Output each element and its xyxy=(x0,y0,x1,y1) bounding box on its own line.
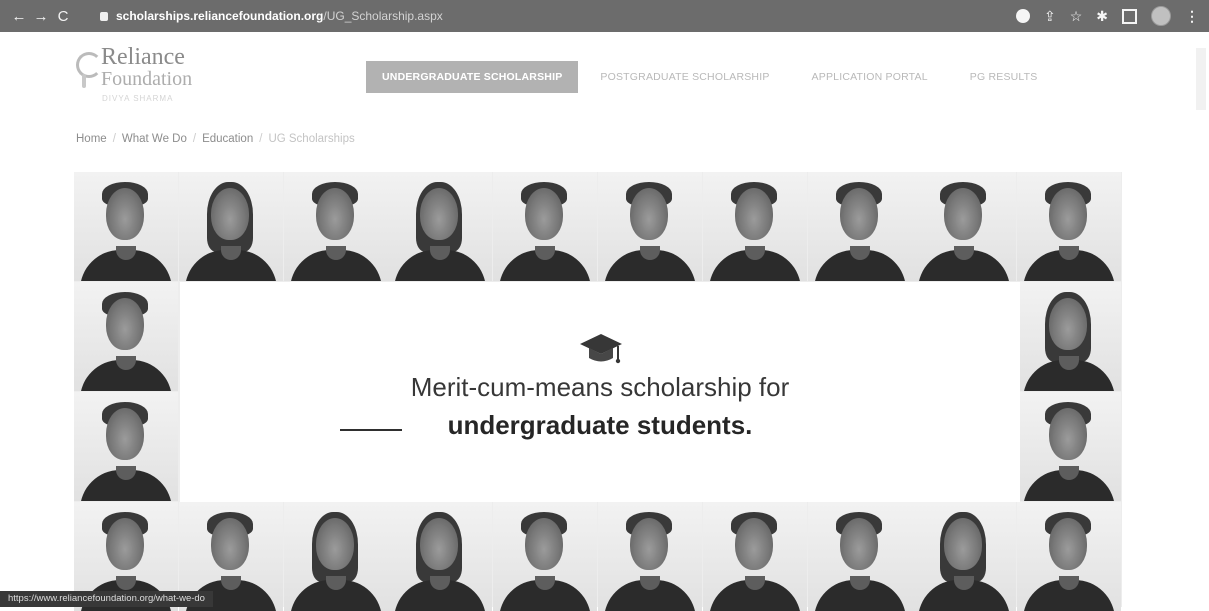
back-button[interactable]: ← xyxy=(8,8,30,25)
reload-button[interactable]: C xyxy=(52,8,74,25)
student-photo xyxy=(74,282,178,391)
forward-button[interactable]: → xyxy=(30,8,52,25)
student-photo xyxy=(702,172,807,281)
breadcrumb-separator: / xyxy=(112,133,116,145)
tab-window-icon[interactable] xyxy=(1122,8,1137,24)
student-photo xyxy=(807,172,912,281)
logo-mark-icon xyxy=(76,52,102,78)
breadcrumb-home[interactable]: Home xyxy=(76,133,107,145)
profile-avatar[interactable] xyxy=(1151,6,1171,26)
student-photo xyxy=(912,172,1017,281)
student-photo xyxy=(1017,282,1122,391)
share-icon[interactable]: ⇪ xyxy=(1044,8,1056,25)
logo-tagline: DIVYA SHARMA xyxy=(102,94,174,103)
browser-toolbar: ← → C scholarships.reliancefoundation.or… xyxy=(0,0,1209,32)
page-scrollbar[interactable] xyxy=(1196,48,1206,110)
student-photo xyxy=(74,172,178,281)
extension-icon[interactable] xyxy=(1015,9,1030,23)
graduation-cap-icon xyxy=(580,334,622,364)
breadcrumb-what-we-do[interactable]: What We Do xyxy=(122,133,187,145)
extensions-puzzle-icon[interactable]: ✱ xyxy=(1096,8,1108,25)
nav-application-portal[interactable]: APPLICATION PORTAL xyxy=(812,71,928,83)
student-photo xyxy=(178,172,283,281)
student-photo xyxy=(283,172,388,281)
student-photo xyxy=(283,502,388,611)
breadcrumb-separator: / xyxy=(259,133,263,145)
nav-undergraduate-scholarship[interactable]: UNDERGRADUATE SCHOLARSHIP xyxy=(366,61,579,93)
breadcrumb-education[interactable]: Education xyxy=(202,133,253,145)
bookmark-star-icon[interactable]: ☆ xyxy=(1070,8,1083,25)
student-photo xyxy=(388,502,493,611)
student-photo xyxy=(74,392,178,501)
address-bar[interactable]: scholarships.reliancefoundation.org /UG_… xyxy=(100,5,990,27)
breadcrumb-separator: / xyxy=(192,133,197,145)
logo-name: Reliance xyxy=(101,44,185,70)
student-photo xyxy=(912,502,1017,611)
toolbar-actions: ⇪ ☆ ✱ ⋮ xyxy=(1015,6,1199,26)
menu-icon[interactable]: ⋮ xyxy=(1185,8,1199,25)
student-photo xyxy=(1017,392,1122,501)
student-photo xyxy=(388,172,493,281)
breadcrumb-current: UG Scholarships xyxy=(268,133,355,145)
student-photo xyxy=(493,502,598,611)
student-photo xyxy=(1017,172,1122,281)
lock-icon xyxy=(100,11,108,21)
student-photo xyxy=(598,502,702,611)
hero-heading-line1: Merit-cum-means scholarship for xyxy=(410,372,790,402)
logo-dot-icon xyxy=(82,74,86,88)
logo-subtitle: Foundation xyxy=(101,68,193,90)
student-photo xyxy=(493,172,598,281)
student-photo xyxy=(702,502,807,611)
nav-pg-results[interactable]: PG RESULTS xyxy=(970,71,1038,83)
url-host: scholarships.reliancefoundation.org xyxy=(116,9,324,23)
student-photo xyxy=(807,502,912,611)
nav-postgraduate-scholarship[interactable]: POSTGRADUATE SCHOLARSHIP xyxy=(600,71,769,83)
site-logo[interactable]: Reliance Foundation DIVYA SHARMA xyxy=(76,42,236,108)
link-status-bar: https://www.reliancefoundation.org/what-… xyxy=(0,591,213,607)
student-photo xyxy=(1017,502,1122,611)
breadcrumb: Home / What We Do / Education / UG Schol… xyxy=(76,133,355,145)
hero-text-panel: Merit-cum-means scholarship for undergra… xyxy=(180,282,1020,502)
url-path: /UG_Scholarship.aspx xyxy=(323,9,443,23)
hero-banner: Merit-cum-means scholarship for undergra… xyxy=(74,172,1122,611)
student-photo xyxy=(598,172,702,281)
hero-heading-line2: undergraduate students. xyxy=(447,410,753,440)
main-navigation: UNDERGRADUATE SCHOLARSHIP POSTGRADUATE S… xyxy=(366,61,1080,93)
